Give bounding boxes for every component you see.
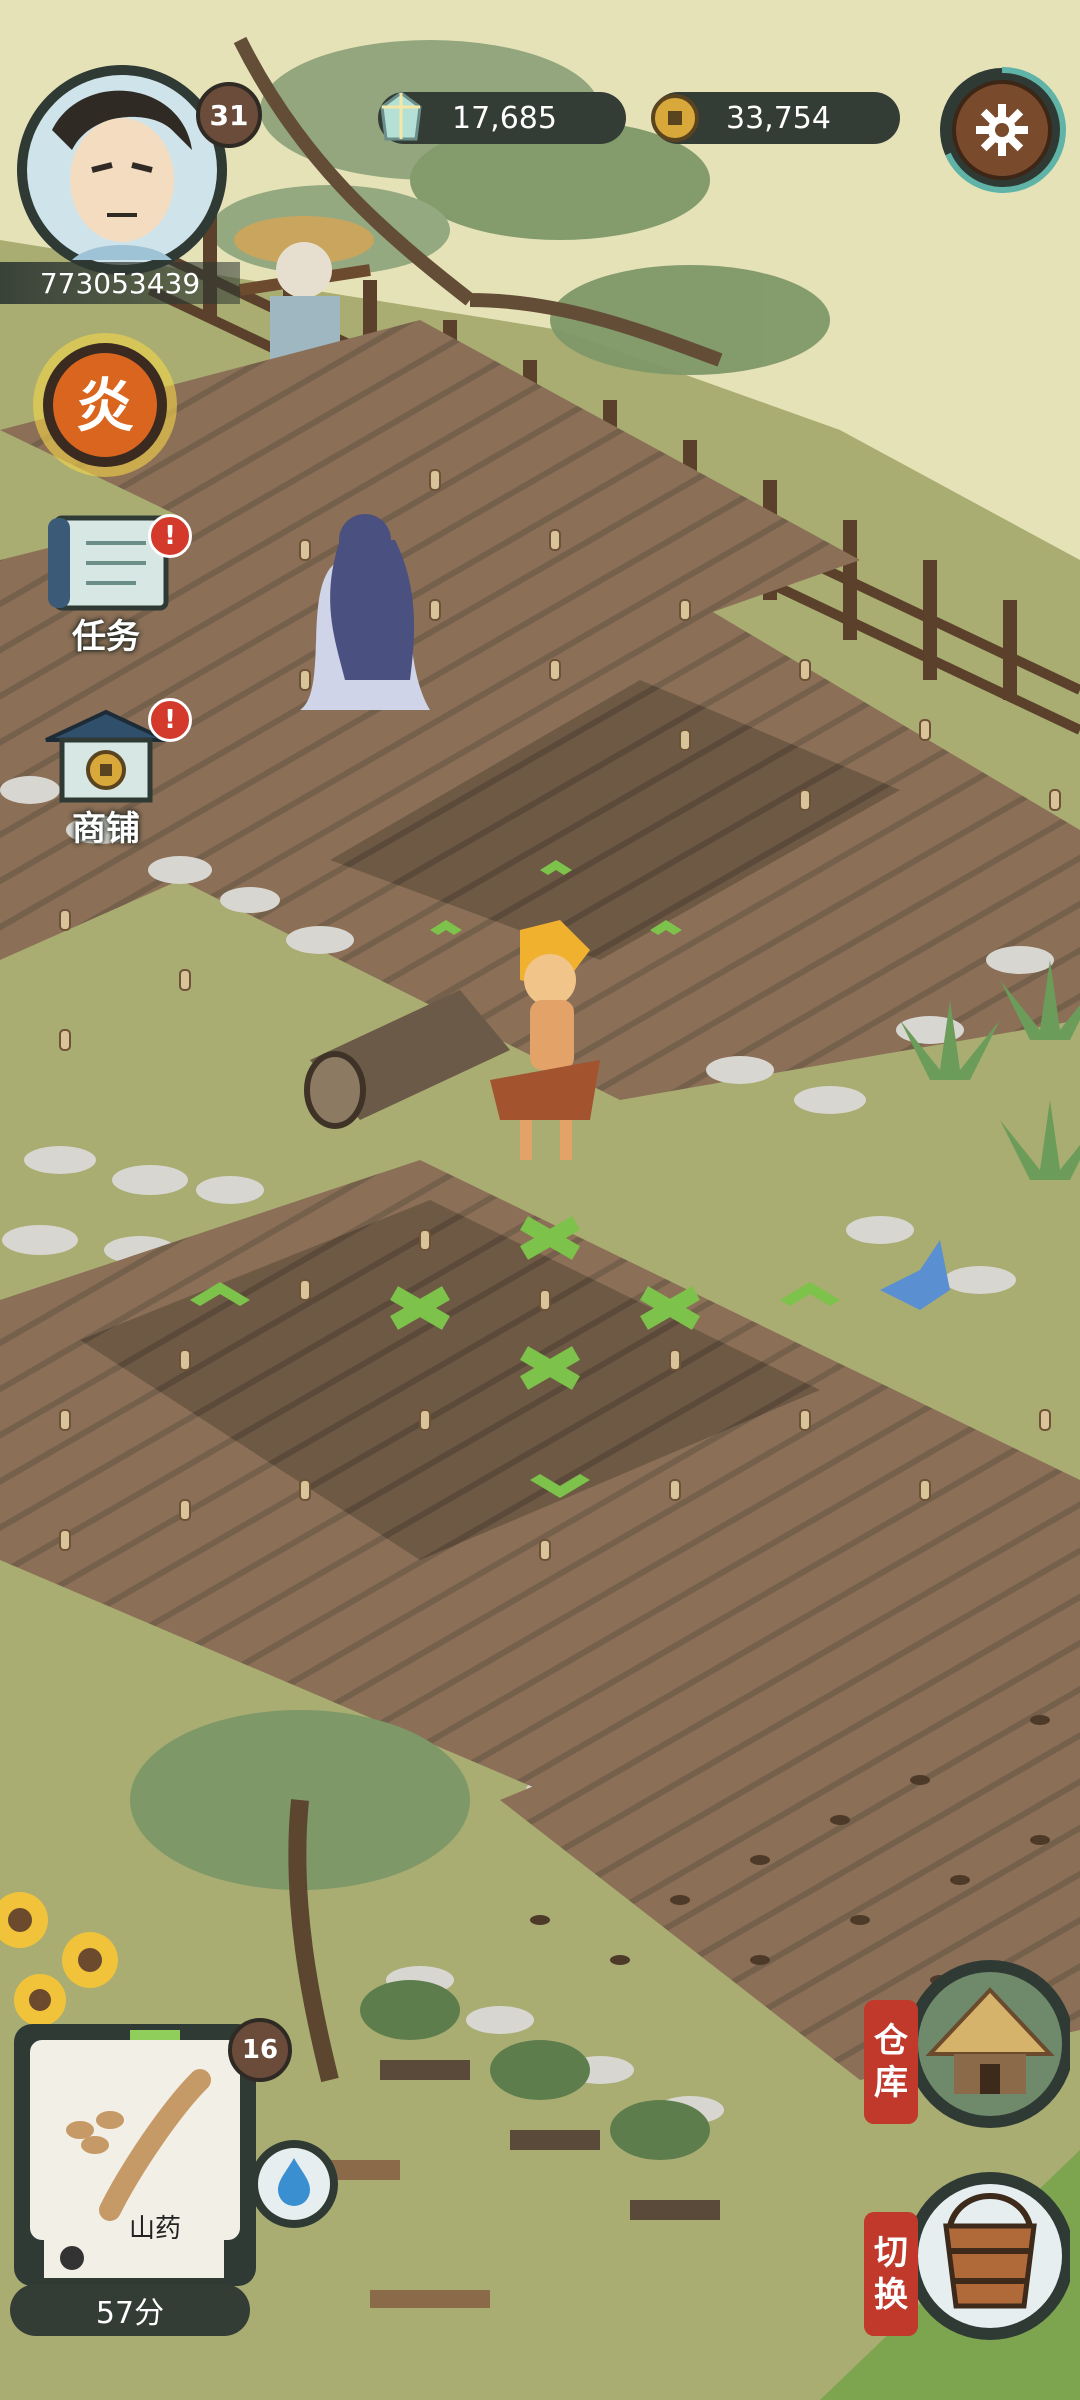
player-id: 773053439 — [0, 262, 240, 304]
quest-label: 任务 — [72, 617, 140, 657]
warehouse-label-2: 库 — [874, 2063, 908, 2103]
score-display: 57分 — [10, 2284, 250, 2336]
settings-button[interactable] — [936, 64, 1068, 196]
water-button[interactable] — [246, 2136, 342, 2232]
switch-label[interactable]: 切 换 — [864, 2212, 918, 2336]
player-level-badge: 31 — [196, 82, 262, 148]
shop-button[interactable]: ! 商铺 — [26, 698, 192, 850]
coin-amount: 33,754 — [726, 100, 831, 136]
gem-icon — [380, 91, 422, 141]
switch-label-1: 切 — [874, 2233, 908, 2273]
seed-name: 山药 — [128, 2214, 181, 2244]
warehouse-label-1: 仓 — [874, 2021, 908, 2061]
switch-label-2: 换 — [874, 2275, 908, 2315]
quest-alert-badge: ! — [148, 514, 192, 558]
gem-amount: 17,685 — [452, 100, 557, 136]
shop-alert-badge: ! — [148, 698, 192, 742]
seed-type-icon — [60, 2246, 84, 2270]
quest-button[interactable]: ! 任务 — [26, 508, 192, 658]
fire-glyph: 炎 — [76, 372, 134, 440]
gear-icon — [976, 104, 1028, 156]
warehouse-button[interactable] — [900, 1954, 1074, 2134]
coin-counter[interactable]: 33,754 — [651, 92, 900, 144]
seed-count-badge: 16 — [228, 2018, 292, 2082]
switch-tool-button[interactable] — [900, 2166, 1074, 2346]
seed-selector-card[interactable] — [10, 2020, 260, 2290]
coin-icon — [651, 94, 699, 142]
gem-counter[interactable]: 17,685 — [378, 91, 626, 144]
warehouse-label[interactable]: 仓 库 — [864, 2000, 918, 2124]
player-avatar[interactable] — [12, 60, 232, 280]
fire-skill-button[interactable]: 炎 — [30, 330, 180, 480]
shop-label: 商铺 — [72, 809, 140, 849]
